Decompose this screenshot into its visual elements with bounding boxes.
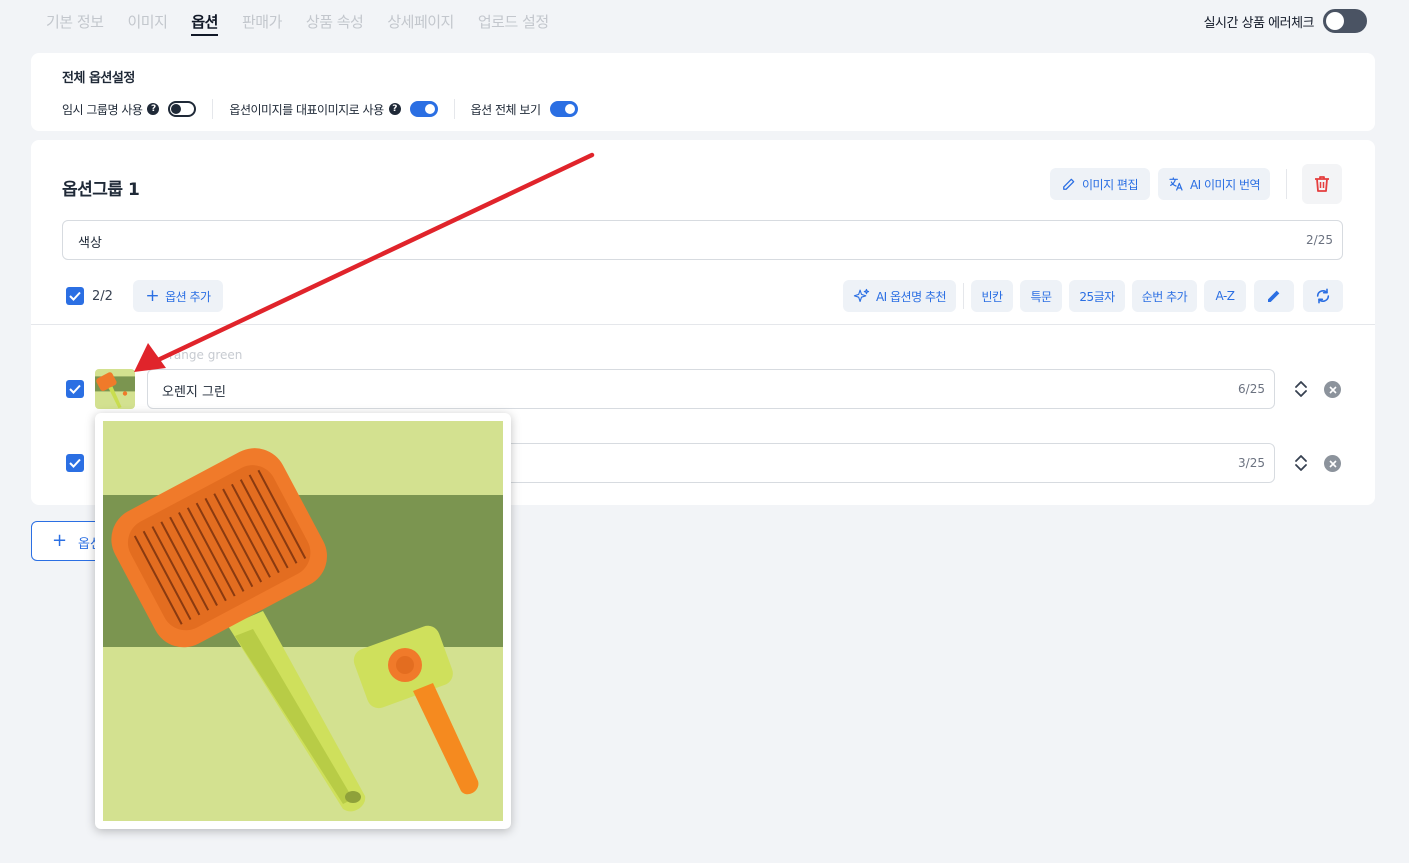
edit-image-button[interactable]: 이미지 편집 xyxy=(1050,168,1150,200)
reorder-icon[interactable] xyxy=(1293,454,1309,472)
special-char-button[interactable]: 특문 xyxy=(1020,280,1062,312)
add-sequence-button[interactable]: 순번 추가 xyxy=(1132,280,1197,312)
plus-icon: + xyxy=(52,530,68,551)
divider xyxy=(31,324,1375,325)
close-icon xyxy=(1328,459,1337,468)
option-checkbox[interactable] xyxy=(66,380,84,398)
tab-options[interactable]: 옵션 xyxy=(191,10,218,36)
refresh-button[interactable] xyxy=(1303,280,1343,312)
delete-group-button[interactable] xyxy=(1302,164,1342,204)
tab-upload-settings[interactable]: 업로드 설정 xyxy=(478,10,549,36)
option-original-name: range green xyxy=(169,348,243,362)
show-all-options-setting: 옵션 전체 보기 xyxy=(471,101,578,118)
tab-attributes[interactable]: 상품 속성 xyxy=(306,10,364,36)
select-all-checkbox[interactable] xyxy=(66,287,84,305)
ai-option-name-button[interactable]: AI 옵션명 추천 xyxy=(843,280,956,312)
grooming-brush-image xyxy=(95,369,135,409)
temp-group-name-setting: 임시 그룹명 사용 ? xyxy=(62,101,197,118)
global-settings-title: 전체 옵션설정 xyxy=(62,71,135,86)
ai-option-name-label: AI 옵션명 추천 xyxy=(875,289,947,304)
realtime-check: 실시간 상품 에러체크 xyxy=(1204,9,1367,33)
trash-icon xyxy=(1315,176,1329,192)
global-settings-row: 임시 그룹명 사용 ? 옵션이미지를 대표이미지로 사용 ? 옵션 전체 보기 xyxy=(62,99,578,119)
selected-count: 2/2 xyxy=(92,288,113,304)
option-checkbox[interactable] xyxy=(66,454,84,472)
option-name-counter: 6/25 xyxy=(1238,382,1265,396)
plus-icon: + xyxy=(145,285,160,306)
ai-image-translate-button[interactable]: AI 이미지 번역 xyxy=(1158,168,1270,200)
tab-price[interactable]: 판매가 xyxy=(242,10,282,36)
help-icon[interactable]: ? xyxy=(388,103,401,115)
sparkle-icon xyxy=(853,288,870,302)
remove-option-icon[interactable] xyxy=(1324,381,1341,398)
temp-group-name-toggle[interactable] xyxy=(168,101,197,117)
divider xyxy=(1286,169,1287,199)
add-option-button[interactable]: + 옵션 추가 xyxy=(133,280,223,312)
blank-button[interactable]: 빈칸 xyxy=(971,280,1013,312)
image-preview-popup xyxy=(95,413,511,829)
pencil-icon xyxy=(1268,290,1280,302)
divider xyxy=(963,283,964,309)
option-group-title: 옵션그룹 1 xyxy=(62,180,140,200)
option-image-thumbnail[interactable] xyxy=(95,369,135,409)
grooming-brush-image xyxy=(103,421,503,821)
sort-az-button[interactable]: A-Z xyxy=(1204,280,1246,312)
option-name-counter: 3/25 xyxy=(1238,456,1265,470)
temp-group-name-label: 임시 그룹명 사용 xyxy=(62,102,143,117)
option-image-as-main-toggle[interactable] xyxy=(409,101,438,117)
realtime-check-label: 실시간 상품 에러체크 xyxy=(1203,15,1315,31)
group-name-counter: 2/25 xyxy=(1306,233,1333,247)
25-chars-button[interactable]: 25글자 xyxy=(1069,280,1125,312)
option-image-as-main-setting: 옵션이미지를 대표이미지로 사용 ? xyxy=(229,101,438,118)
option-name-value: 오렌지 그린 xyxy=(162,385,226,400)
option-image-as-main-label: 옵션이미지를 대표이미지로 사용 xyxy=(229,102,384,117)
option-name-input[interactable]: 오렌지 그린 6/25 xyxy=(147,369,1275,409)
realtime-check-toggle[interactable] xyxy=(1323,9,1367,33)
tab-basic-info[interactable]: 기본 정보 xyxy=(46,10,104,36)
close-icon xyxy=(1328,385,1337,394)
show-all-options-label: 옵션 전체 보기 xyxy=(470,102,541,117)
reorder-icon[interactable] xyxy=(1293,380,1309,398)
divider xyxy=(212,99,214,119)
show-all-options-toggle[interactable] xyxy=(549,101,578,117)
translate-icon xyxy=(1169,177,1183,191)
ai-image-translate-label: AI 이미지 번역 xyxy=(1189,177,1261,192)
tab-images[interactable]: 이미지 xyxy=(127,10,167,36)
remove-option-icon[interactable] xyxy=(1324,455,1341,472)
group-name-input[interactable]: 색상 2/25 xyxy=(62,220,1343,260)
check-icon xyxy=(69,458,81,468)
global-option-settings: 전체 옵션설정 임시 그룹명 사용 ? 옵션이미지를 대표이미지로 사용 ? 옵… xyxy=(31,53,1375,131)
select-all: 2/2 xyxy=(66,287,113,305)
help-icon[interactable]: ? xyxy=(147,103,160,115)
bulk-edit-button[interactable] xyxy=(1254,280,1294,312)
check-icon xyxy=(69,291,81,301)
edit-image-label: 이미지 편집 xyxy=(1081,177,1139,192)
check-icon xyxy=(69,384,81,394)
group-name-value: 색상 xyxy=(78,236,102,251)
pencil-icon xyxy=(1063,178,1075,190)
tab-detail-page[interactable]: 상세페이지 xyxy=(387,10,454,36)
tab-bar: 기본 정보 이미지 옵션 판매가 상품 속성 상세페이지 업로드 설정 xyxy=(46,10,573,36)
add-option-label: 옵션 추가 xyxy=(165,289,211,304)
divider xyxy=(453,99,455,119)
refresh-icon xyxy=(1316,288,1330,304)
